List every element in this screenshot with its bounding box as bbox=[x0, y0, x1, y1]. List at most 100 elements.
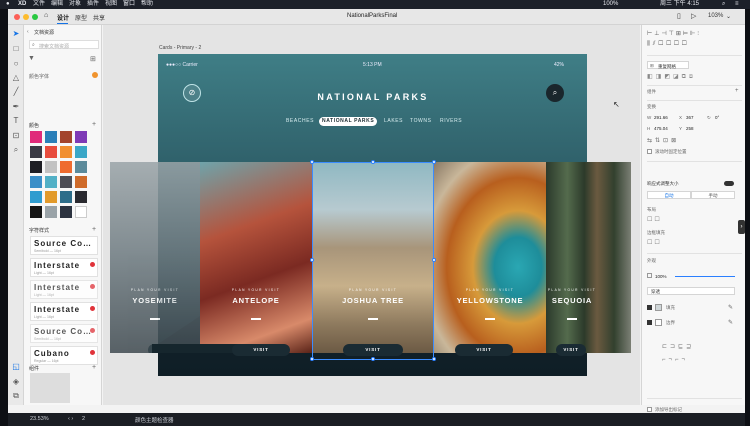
color-swatch[interactable] bbox=[30, 131, 42, 143]
auto-button[interactable]: 自动 bbox=[647, 191, 691, 199]
grid-view-icon[interactable]: ⊞ bbox=[90, 55, 96, 63]
distribute-icons-row[interactable]: ⫼⫽☐☐☐☐ bbox=[647, 41, 742, 49]
boolean-icons-row[interactable]: ◧◨◩◪⧉⧈ bbox=[647, 73, 742, 81]
selection-handle[interactable] bbox=[432, 160, 436, 164]
color-swatch[interactable] bbox=[75, 191, 87, 203]
color-swatch[interactable] bbox=[45, 206, 57, 218]
rotation-field[interactable]: 0° bbox=[715, 115, 719, 120]
layers-panel-icon[interactable]: ◈ bbox=[11, 377, 21, 387]
responsive-toggle[interactable] bbox=[724, 181, 734, 186]
color-swatch[interactable] bbox=[30, 191, 42, 203]
minimize-window-button[interactable] bbox=[23, 14, 29, 20]
assets-panel-icon[interactable]: ◱ bbox=[11, 362, 21, 372]
padding-icons[interactable]: ☐☐ bbox=[647, 239, 677, 247]
y-field[interactable]: 258 bbox=[686, 126, 694, 131]
select-tool-icon[interactable]: ➤ bbox=[11, 29, 21, 39]
color-swatch[interactable] bbox=[30, 161, 42, 173]
fill-checkbox[interactable] bbox=[647, 305, 652, 310]
menu-view[interactable]: 视图 bbox=[105, 0, 117, 9]
visit-button[interactable]: VISIT bbox=[556, 344, 586, 356]
menu-app-xd[interactable]: XD bbox=[18, 0, 26, 9]
color-swatch[interactable] bbox=[60, 146, 72, 158]
border-checkbox[interactable] bbox=[647, 320, 652, 325]
color-swatch[interactable] bbox=[30, 206, 42, 218]
char-style-item[interactable]: Interstate Light — 16pt bbox=[30, 302, 98, 321]
export-checkbox[interactable] bbox=[647, 407, 652, 412]
flip-icons-row[interactable]: ⇆⇅⊡⊠ bbox=[647, 137, 707, 145]
color-swatch[interactable] bbox=[45, 131, 57, 143]
tab-beaches[interactable]: BEACHES bbox=[286, 117, 314, 126]
close-window-button[interactable] bbox=[14, 14, 20, 20]
color-swatch[interactable] bbox=[45, 146, 57, 158]
layout-icons[interactable]: ☐☐ bbox=[647, 216, 677, 224]
eyedropper-icon[interactable]: ✎ bbox=[728, 304, 733, 311]
visit-button[interactable]: VISIT bbox=[455, 344, 513, 356]
char-style-item[interactable]: Source Co… Semibold — 16pt bbox=[30, 324, 98, 343]
tab-design[interactable]: 设计 bbox=[57, 13, 69, 22]
selection-handle[interactable] bbox=[432, 357, 436, 361]
collapse-right-panel-button[interactable]: › bbox=[738, 220, 745, 234]
mobile-preview-icon[interactable]: ▯ bbox=[677, 12, 681, 20]
char-style-item[interactable]: Source Co… Semibold — 16pt bbox=[30, 236, 98, 255]
char-style-item[interactable]: Cubano Regular — 16pt bbox=[30, 346, 98, 365]
filter-icon[interactable]: ▼ bbox=[28, 55, 35, 62]
zoom-readout[interactable]: 23.53% bbox=[30, 416, 49, 422]
component-thumbnail[interactable] bbox=[30, 373, 70, 403]
tab-national-parks[interactable]: NATIONAL PARKS bbox=[319, 117, 378, 126]
fill-swatch[interactable] bbox=[655, 304, 662, 311]
selection-handle[interactable] bbox=[371, 357, 375, 361]
polygon-tool-icon[interactable]: △ bbox=[11, 73, 21, 83]
add-component-icon[interactable]: + bbox=[735, 88, 739, 94]
ellipse-tool-icon[interactable]: ○ bbox=[11, 59, 21, 69]
color-swatch[interactable] bbox=[75, 206, 87, 218]
add-color-button[interactable]: + bbox=[92, 121, 96, 128]
fix-position-checkbox[interactable] bbox=[647, 149, 652, 154]
align-icons-row[interactable]: ⊢⊥⊣⊤⊞⊨⊩⫶ bbox=[647, 30, 742, 38]
add-component-button[interactable]: + bbox=[92, 364, 96, 371]
color-swatch[interactable] bbox=[45, 191, 57, 203]
compass-button[interactable]: ⊘ bbox=[183, 84, 201, 102]
selection-handle[interactable] bbox=[310, 357, 314, 361]
visit-button[interactable]: VISIT bbox=[232, 344, 290, 356]
artboard-tool-icon[interactable]: ⊡ bbox=[11, 131, 21, 141]
color-swatch[interactable] bbox=[60, 206, 72, 218]
zoom-window-button[interactable] bbox=[32, 14, 38, 20]
color-swatch[interactable] bbox=[30, 146, 42, 158]
height-field[interactable]: 475.04 bbox=[654, 126, 668, 131]
tab-rivers[interactable]: RIVERS bbox=[440, 117, 462, 126]
selection-handle[interactable] bbox=[310, 258, 314, 262]
border-swatch[interactable] bbox=[655, 319, 662, 326]
eyedropper-icon[interactable]: ✎ bbox=[728, 319, 733, 326]
map-search-button[interactable]: ⌕ bbox=[546, 84, 564, 102]
color-swatch[interactable] bbox=[45, 161, 57, 173]
color-swatch[interactable] bbox=[60, 131, 72, 143]
menu-plugins[interactable]: 插件 bbox=[87, 0, 99, 9]
groups-label[interactable]: 颜色字体 bbox=[29, 73, 49, 80]
zoom-tool-icon[interactable]: ⌕ bbox=[11, 145, 21, 155]
color-swatch[interactable] bbox=[75, 176, 87, 188]
card-yosemite[interactable]: PLAN YOUR VISIT YOSEMITE VISIT bbox=[110, 162, 200, 353]
color-swatch[interactable] bbox=[75, 161, 87, 173]
card-antelope[interactable]: PLAN YOUR VISIT ANTELOPE bbox=[200, 162, 312, 353]
tab-lakes[interactable]: LAKES bbox=[384, 117, 403, 126]
apple-icon[interactable]: ● bbox=[6, 0, 10, 9]
tab-prototype[interactable]: 原型 bbox=[75, 13, 87, 22]
selection-handle[interactable] bbox=[310, 160, 314, 164]
menu-object[interactable]: 对象 bbox=[69, 0, 81, 9]
manual-button[interactable]: 手动 bbox=[691, 191, 735, 199]
color-swatch[interactable] bbox=[75, 131, 87, 143]
stroke-join-icons[interactable]: ⌐¬⌐¬ bbox=[662, 357, 732, 365]
x-field[interactable]: 367 bbox=[686, 115, 694, 120]
repeat-grid-button[interactable]: ⊞ 重复网格 bbox=[647, 61, 689, 69]
menu-window[interactable]: 窗口 bbox=[123, 0, 135, 9]
page-number[interactable]: 2 bbox=[82, 416, 85, 422]
char-style-item[interactable]: Interstate Light — 16pt bbox=[30, 280, 98, 299]
card-yellowstone[interactable]: PLAN YOUR VISIT YELLOWSTONE bbox=[434, 162, 546, 353]
color-swatch[interactable] bbox=[45, 176, 57, 188]
color-swatch[interactable] bbox=[75, 146, 87, 158]
page-nav-arrows[interactable]: ‹ › bbox=[68, 416, 73, 422]
collapse-chevron-icon[interactable]: ‹ bbox=[27, 29, 29, 35]
menu-list-icon[interactable]: ≡ bbox=[735, 0, 739, 9]
selection-handle[interactable] bbox=[371, 160, 375, 164]
selection-handle[interactable] bbox=[432, 258, 436, 262]
